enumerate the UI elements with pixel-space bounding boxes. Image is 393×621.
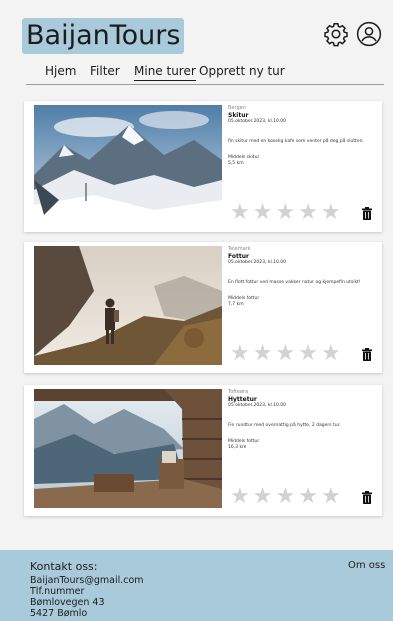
star-icon[interactable]: ★ xyxy=(275,202,295,224)
footer: Kontakt oss: Om oss BaijanTours@gmail.co… xyxy=(0,550,393,621)
trip-distance: 7,7 km xyxy=(228,302,244,307)
trip-date: 05.oktober.2023, kl.10.00 xyxy=(228,260,287,265)
trip-image xyxy=(34,246,222,365)
rating-stars[interactable]: ★ ★ ★ ★ ★ xyxy=(230,202,341,224)
star-icon[interactable]: ★ xyxy=(298,343,318,365)
trip-title: Skitur xyxy=(228,112,249,119)
star-icon[interactable]: ★ xyxy=(230,343,250,365)
star-icon[interactable]: ★ xyxy=(275,486,295,508)
rating-stars[interactable]: ★ ★ ★ ★ ★ xyxy=(230,343,341,365)
page: BaijanTours Hjem Filter Mine turer Oppre… xyxy=(0,0,393,621)
trash-icon[interactable] xyxy=(362,207,372,220)
nav-item-my-trips[interactable]: Mine turer xyxy=(134,62,196,81)
trip-title: Hyttetur xyxy=(228,396,257,403)
trip-location: Telemark xyxy=(228,246,251,252)
trip-info: Telemark Fottur 05.oktober.2023, kl.10.0… xyxy=(228,246,378,308)
about-link[interactable]: Om oss xyxy=(348,560,385,571)
trip-location: Bergen xyxy=(228,105,246,111)
star-icon[interactable]: ★ xyxy=(298,486,318,508)
star-icon[interactable]: ★ xyxy=(253,202,273,224)
nav-item-create-trip[interactable]: Opprett ny tur xyxy=(199,62,285,80)
contact-postal: 5427 Bømlo xyxy=(30,608,88,619)
star-icon[interactable]: ★ xyxy=(253,343,273,365)
trip-description: fin skitur med en koselig kafe som vente… xyxy=(228,139,364,144)
trip-date: 05.oktober.2023, kl.10.00 xyxy=(228,403,287,408)
trip-card[interactable]: Tofteøra Hyttetur 05.oktober.2023, kl.10… xyxy=(24,385,382,516)
trip-card[interactable]: Bergen Skitur 05.oktober.2023, kl.10.00 … xyxy=(24,101,382,232)
trip-description: Fin rundtur med overnattig på hytte, 2 d… xyxy=(228,423,341,428)
user-icon xyxy=(356,21,382,47)
trip-date: 05.oktober.2023, kl.10.00 xyxy=(228,119,287,124)
logo[interactable]: BaijanTours xyxy=(22,18,185,54)
trip-distance: 16,3 km xyxy=(228,445,247,450)
trip-location: Tofteøra xyxy=(228,389,249,395)
trip-description: En flott fottur ved masse vakker natur o… xyxy=(228,280,361,285)
settings-button[interactable] xyxy=(322,20,350,48)
trash-icon[interactable] xyxy=(362,491,372,504)
contact-address: Bømlovegen 43 xyxy=(30,597,105,608)
star-icon[interactable]: ★ xyxy=(298,202,318,224)
gear-icon xyxy=(324,22,348,47)
rating-stars[interactable]: ★ ★ ★ ★ ★ xyxy=(230,486,341,508)
star-icon[interactable]: ★ xyxy=(275,343,295,365)
trip-info: Bergen Skitur 05.oktober.2023, kl.10.00 … xyxy=(228,105,378,167)
trip-card[interactable]: Telemark Fottur 05.oktober.2023, kl.10.0… xyxy=(24,242,382,373)
footer-contact-title: Kontakt oss: xyxy=(30,560,98,573)
contact-email[interactable]: BaijanTours@gmail.com xyxy=(30,575,144,586)
trip-distance: 5,5 km xyxy=(228,161,244,166)
trash-icon[interactable] xyxy=(362,348,372,361)
star-icon[interactable]: ★ xyxy=(321,343,341,365)
star-icon[interactable]: ★ xyxy=(230,486,250,508)
trip-title: Fottur xyxy=(228,253,249,260)
nav-item-filter[interactable]: Filter xyxy=(90,62,120,80)
trip-image xyxy=(34,389,222,508)
header: BaijanTours Hjem Filter Mine turer Oppre… xyxy=(0,0,393,90)
profile-button[interactable] xyxy=(355,20,383,48)
main-nav: Hjem Filter Mine turer Opprett ny tur xyxy=(26,62,384,85)
star-icon[interactable]: ★ xyxy=(321,202,341,224)
star-icon[interactable]: ★ xyxy=(321,486,341,508)
trip-info: Tofteøra Hyttetur 05.oktober.2023, kl.10… xyxy=(228,389,378,451)
nav-item-home[interactable]: Hjem xyxy=(45,62,76,80)
trip-image xyxy=(34,105,222,224)
star-icon[interactable]: ★ xyxy=(230,202,250,224)
contact-phone: Tlf.nummer xyxy=(30,586,85,597)
contact-details: BaijanTours@gmail.com Tlf.nummer Bømlove… xyxy=(30,575,144,619)
star-icon[interactable]: ★ xyxy=(253,486,273,508)
